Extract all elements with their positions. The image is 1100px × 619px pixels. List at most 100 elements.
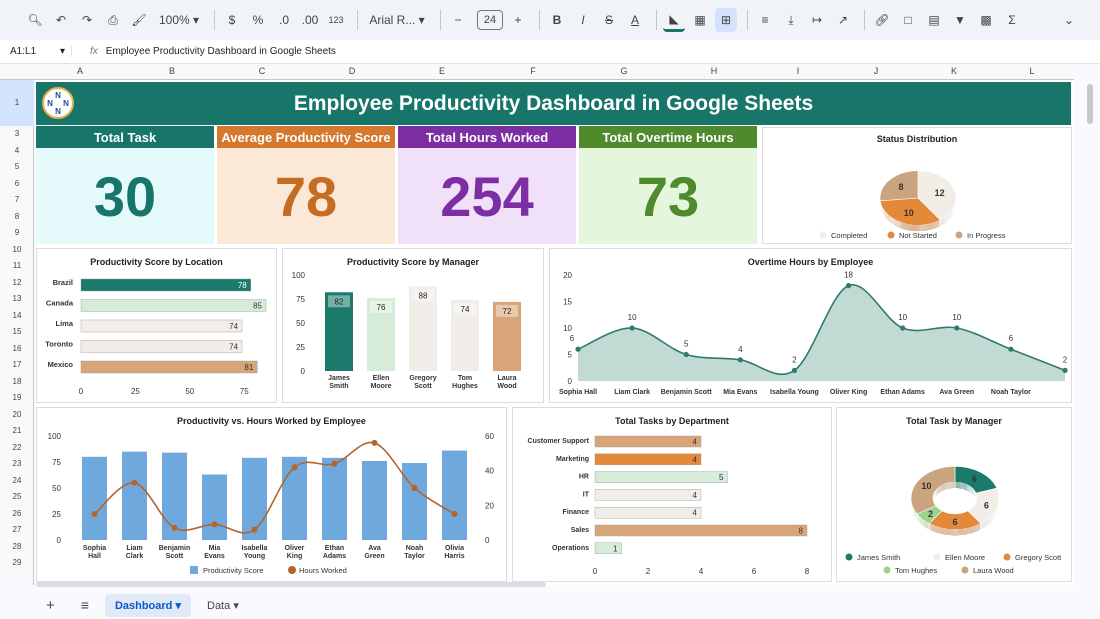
row-header[interactable]: 11 <box>0 261 34 270</box>
column-header[interactable]: J <box>874 66 879 76</box>
row-header[interactable]: 14 <box>0 311 34 320</box>
row-header[interactable]: 21 <box>0 426 34 435</box>
horizontal-scrollbar[interactable] <box>36 582 546 587</box>
row-header[interactable]: 5 <box>0 162 34 171</box>
data-point <box>683 351 689 358</box>
row-header[interactable]: 6 <box>0 179 34 188</box>
chart-productivity-by-manager[interactable]: Productivity Score by Manager 0 25 50 75 100… <box>282 248 544 403</box>
chevron-down-icon: ▾ <box>175 599 181 612</box>
data-label: 5 <box>684 340 689 349</box>
all-sheets-icon[interactable]: ≡ <box>71 592 99 618</box>
column-header[interactable]: E <box>439 66 445 76</box>
row-header[interactable]: 29 <box>0 558 34 567</box>
column-header[interactable]: C <box>259 66 266 76</box>
chart-overtime-by-employee[interactable]: Overtime Hours by Employee 0 5 10 15 20 6 Soph… <box>549 248 1072 403</box>
comment-icon[interactable]: □ <box>897 8 919 32</box>
vertical-align-icon[interactable]: ⤓ <box>780 8 802 32</box>
column-header[interactable]: H <box>711 66 718 76</box>
filter-views-icon[interactable]: ▩ <box>975 8 997 32</box>
column-header[interactable]: I <box>797 66 800 76</box>
row-header[interactable]: 16 <box>0 344 34 353</box>
print-icon[interactable]: ⎙ <box>102 8 124 32</box>
row-header[interactable]: 26 <box>0 509 34 518</box>
font-select[interactable]: Arial R... ▾ <box>364 8 430 32</box>
row-header[interactable]: 23 <box>0 459 34 468</box>
filter-icon[interactable]: ▼ <box>949 8 971 32</box>
row-header[interactable]: 9 <box>0 228 34 237</box>
paint-format-icon[interactable]: 🖌︎ <box>128 8 150 32</box>
font-size-increase[interactable]: + <box>507 8 529 32</box>
row-header[interactable]: 10 <box>0 245 34 254</box>
italic-button[interactable]: I <box>572 8 594 32</box>
row-header[interactable]: 25 <box>0 492 34 501</box>
font-size-input[interactable]: 24 <box>477 10 503 30</box>
search-icon[interactable]: 🔍︎ <box>24 8 46 32</box>
row-header[interactable]: 3 <box>0 129 34 138</box>
formula-input[interactable]: Employee Productivity Dashboard in Googl… <box>106 46 336 57</box>
column-header[interactable]: A <box>77 66 83 76</box>
category-label: King <box>287 553 303 560</box>
strikethrough-icon[interactable]: S <box>598 8 620 32</box>
number-format-button[interactable]: 123 <box>325 8 347 32</box>
row-header[interactable]: 12 <box>0 278 34 287</box>
text-rotation-icon[interactable]: ↗ <box>832 8 854 32</box>
zoom-select[interactable]: 100% ▾ <box>154 8 204 32</box>
add-sheet-icon[interactable]: + <box>36 592 65 619</box>
tab-dashboard[interactable]: Dashboard ▾ <box>104 593 191 617</box>
horizontal-align-icon[interactable]: ≡ <box>754 8 776 32</box>
row-header[interactable]: 1 <box>0 80 34 126</box>
column-header[interactable]: G <box>620 66 627 76</box>
column-header[interactable]: K <box>951 66 957 76</box>
chart-tasks-by-department[interactable]: Total Tasks by Department 0 2 4 6 8 Customer … <box>512 407 832 582</box>
chart-status-distribution[interactable]: Status Distribution 12 10 8 Completed Not St… <box>762 127 1072 244</box>
scroll-thumb[interactable] <box>1087 84 1093 124</box>
chart-productivity-by-location[interactable]: Productivity Score by Location 0 25 50 75 Br… <box>36 248 277 403</box>
text-color-icon[interactable]: A <box>624 8 646 32</box>
row-header[interactable]: 28 <box>0 542 34 551</box>
column-header[interactable]: L <box>1029 66 1034 76</box>
vertical-scrollbar[interactable] <box>1080 64 1100 584</box>
redo-icon[interactable]: ↷ <box>76 8 98 32</box>
tick-label: 100 <box>292 271 306 280</box>
collapse-toolbar-icon[interactable]: ⌄ <box>1058 8 1080 32</box>
currency-button[interactable]: $ <box>221 8 243 32</box>
row-header[interactable]: 8 <box>0 212 34 221</box>
undo-icon[interactable]: ↶ <box>50 8 72 32</box>
borders-icon[interactable]: ▦ <box>689 8 711 32</box>
link-icon[interactable]: 🔗︎ <box>871 8 893 32</box>
row-header[interactable]: 15 <box>0 327 34 336</box>
fill-color-icon[interactable]: ◣ <box>663 8 685 32</box>
column-header[interactable]: B <box>169 66 175 76</box>
row-header[interactable]: 18 <box>0 377 34 386</box>
tab-data[interactable]: Data ▾ <box>197 594 249 617</box>
functions-button[interactable]: Σ <box>1001 8 1023 32</box>
row-header[interactable]: 19 <box>0 393 34 402</box>
chart-task-by-manager[interactable]: Total Task by Manager 6 6 6 2 10 James Smith E… <box>836 407 1072 582</box>
column-header[interactable]: D <box>349 66 356 76</box>
percent-button[interactable]: % <box>247 8 269 32</box>
chart-productivity-vs-hours[interactable]: Productivity vs. Hours Worked by Employe… <box>36 407 507 582</box>
row-header[interactable]: 22 <box>0 443 34 452</box>
row-header[interactable]: 4 <box>0 146 34 155</box>
logo-mark: N N N N <box>47 91 69 116</box>
row-header[interactable]: 13 <box>0 294 34 303</box>
kpi-label: Average Productivity Score <box>217 126 395 148</box>
row-header[interactable]: 7 <box>0 195 34 204</box>
series-line <box>93 441 455 534</box>
column-header[interactable]: F <box>530 66 536 76</box>
text-wrap-icon[interactable]: ↦ <box>806 8 828 32</box>
bold-button[interactable]: B <box>546 8 568 32</box>
font-size-decrease[interactable]: − <box>447 8 469 32</box>
dashboard-title[interactable]: Employee Productivity Dashboard in Googl… <box>36 82 1071 125</box>
chart-icon[interactable]: ▤ <box>923 8 945 32</box>
row-header[interactable]: 17 <box>0 360 34 369</box>
row-header[interactable]: 20 <box>0 410 34 419</box>
row-header[interactable]: 27 <box>0 525 34 534</box>
data-label: 4 <box>693 438 698 447</box>
row-header[interactable]: 24 <box>0 476 34 485</box>
bar <box>594 489 702 501</box>
increase-decimal-button[interactable]: .00 <box>299 8 321 32</box>
merge-cells-icon[interactable]: ⊞ <box>715 8 737 32</box>
decrease-decimal-button[interactable]: .0 <box>273 8 295 32</box>
name-box[interactable]: A1:L1 ▾ <box>0 46 72 57</box>
